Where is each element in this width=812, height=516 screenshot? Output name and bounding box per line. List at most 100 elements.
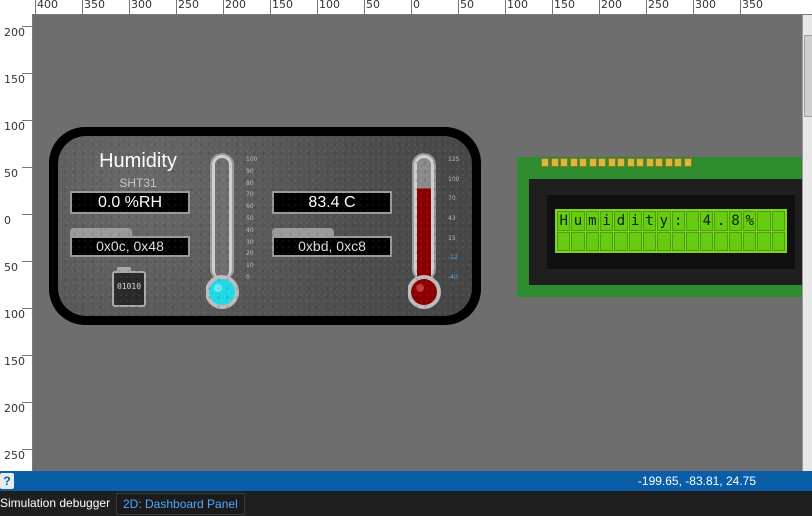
ruler-tick-label: 200 — [225, 0, 246, 11]
lcd-module[interactable]: Hu m i d i t y:4. 8% — [517, 157, 802, 297]
gauge-scale-label: 15 — [448, 234, 456, 242]
lcd-pin — [664, 158, 673, 167]
ruler-tick-label: 50 — [460, 0, 474, 11]
lcd-char-cell: : — [671, 211, 685, 231]
gauge-scale-label: 125 — [448, 156, 460, 163]
ruler-tick-label: 100 — [319, 0, 340, 11]
right-address-readout: 0xbd, 0xc8 — [272, 236, 392, 257]
lcd-glass: Hu m i d i t y:4. 8% — [547, 195, 795, 269]
lcd-char-cell: % — [743, 211, 757, 231]
gauge-scale-label: 100 — [246, 156, 258, 163]
gauge-scale-label: 40 — [246, 226, 254, 234]
lcd-char-cell — [714, 231, 728, 251]
temperature-readout: 83.4 C — [272, 191, 392, 214]
gauge-scale-label: 80 — [246, 179, 254, 187]
ruler-tick-label: 150 — [4, 73, 25, 86]
simulation-debugger-label[interactable]: Simulation debugger — [0, 496, 110, 510]
lcd-pin — [588, 158, 597, 167]
lcd-frame: Hu m i d i t y:4. 8% — [529, 179, 802, 285]
lcd-pin — [626, 158, 635, 167]
gauge-scale-label: 50 — [246, 215, 254, 222]
i2c-chip-icon: 01010 — [112, 267, 146, 307]
ruler-tick-label: 150 — [272, 0, 293, 11]
ruler-tick-label: 200 — [601, 0, 622, 11]
dashboard-panel[interactable]: Humidity SHT31 0.0 %RH ... 0x0c, 0x48 01… — [49, 127, 481, 325]
ruler-tick-label: 300 — [131, 0, 152, 11]
right-address-tab: ... — [272, 225, 334, 236]
ruler-tick-label: 350 — [84, 0, 105, 11]
temperature-bulb-shine — [416, 284, 424, 292]
ruler-tick-label: 150 — [554, 0, 575, 11]
lcd-pin — [636, 158, 644, 167]
scrollbar-thumb[interactable] — [804, 35, 812, 117]
gauge-scale-label: 0 — [246, 274, 250, 281]
ruler-tick — [129, 0, 130, 14]
ruler-tick-label: 150 — [4, 355, 25, 368]
lcd-char-cell — [599, 231, 614, 251]
temperature-gauge — [408, 153, 441, 309]
lcd-char-cell: t — [642, 211, 657, 231]
lcd-char-cell: 4 — [700, 211, 714, 231]
ruler-tick — [693, 0, 694, 14]
ruler-tick — [22, 214, 32, 215]
left-address-tab: ... — [70, 225, 132, 236]
lcd-pin — [569, 158, 578, 167]
lcd-char-cell — [671, 231, 685, 251]
left-address-readout: 0x0c, 0x48 — [70, 236, 190, 257]
lcd-char-cell — [657, 231, 671, 251]
help-icon[interactable]: ? — [0, 473, 14, 489]
ruler-tick — [458, 0, 459, 14]
ruler-tick — [505, 0, 506, 14]
lcd-char-cell — [771, 211, 785, 231]
lcd-char-cell — [685, 231, 700, 251]
lcd-char-cell — [571, 231, 585, 251]
lcd-pin — [645, 158, 654, 167]
ruler-tick — [740, 0, 741, 14]
lcd-pin — [655, 158, 663, 167]
lcd-char-cell: H — [557, 211, 571, 231]
lcd-pin — [579, 158, 587, 167]
temperature-bulb — [411, 279, 437, 305]
humidity-tube-inner — [215, 158, 229, 278]
gauge-scale-label: 90 — [246, 167, 254, 175]
ruler-tick-label: 50 — [4, 261, 18, 274]
ruler-tick-label: 0 — [4, 214, 11, 227]
lcd-char-cell — [771, 231, 785, 251]
lcd-char-cell: 8 — [728, 211, 743, 231]
lcd-char-cell — [700, 231, 714, 251]
chip-label: 01010 — [116, 282, 142, 291]
ruler-tick-label: 300 — [695, 0, 716, 11]
gauge-scale-label: 70 — [246, 191, 254, 199]
gauge-scale-label: 20 — [246, 250, 254, 258]
gauge-scale-label: 43 — [448, 215, 456, 222]
gauge-scale-label: 10 — [246, 262, 254, 270]
lcd-char-cell — [757, 231, 771, 251]
humidity-gauge — [206, 153, 239, 309]
panel-title: Humidity — [99, 150, 177, 172]
ruler-tick-label: 100 — [4, 120, 25, 133]
lcd-pin — [598, 158, 606, 167]
lcd-char-cell: . — [714, 211, 728, 231]
panel-subtitle: SHT31 — [119, 176, 157, 190]
design-canvas[interactable]: Humidity SHT31 0.0 %RH ... 0x0c, 0x48 01… — [33, 15, 802, 471]
lcd-char-cell — [614, 231, 628, 251]
lcd-pin — [560, 158, 568, 167]
lcd-screen: Hu m i d i t y:4. 8% — [555, 209, 787, 253]
ruler-tick-label: 50 — [366, 0, 380, 11]
lcd-char-cell — [585, 231, 599, 251]
humidity-readout: 0.0 %RH — [70, 191, 190, 214]
gauge-scale-label: -40 — [448, 274, 458, 281]
ruler-tick-label: 200 — [4, 402, 25, 415]
top-ruler: 400 350 300 250 200 150 100 50 0 50 100 150 200 250 30… — [0, 0, 812, 15]
ruler-tick-label: 200 — [4, 26, 25, 39]
tab-dashboard-panel[interactable]: 2D: Dashboard Panel — [116, 493, 245, 515]
lcd-pin — [550, 158, 559, 167]
ruler-tick — [35, 0, 36, 14]
lcd-char-cell: u — [571, 211, 585, 231]
vertical-scrollbar[interactable] — [802, 15, 812, 471]
ruler-tick-label: 400 — [37, 0, 58, 11]
lcd-char-cell: i — [628, 211, 642, 231]
gauge-scale-label: 60 — [246, 203, 254, 211]
gauge-scale-label: 30 — [246, 238, 254, 246]
gauge-scale-label: -12 — [448, 254, 458, 262]
